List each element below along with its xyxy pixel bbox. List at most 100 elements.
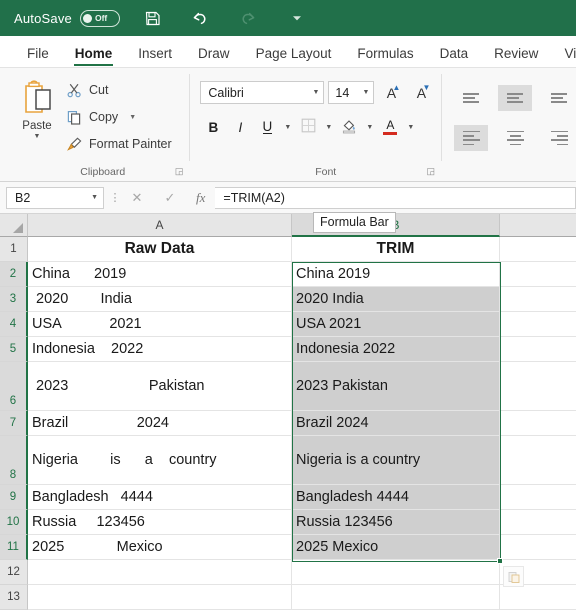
column-header-c[interactable] [500, 214, 576, 237]
cell-a1[interactable]: Raw Data [28, 237, 292, 262]
name-box[interactable]: B2 ▼ [6, 187, 104, 209]
cell-a7[interactable]: Brazil 2024 [28, 411, 292, 436]
cell-c2[interactable] [500, 262, 576, 287]
cell-a8[interactable]: Nigeria is a country [28, 436, 292, 485]
row-header-11[interactable]: 11 [0, 535, 28, 560]
tab-page-layout[interactable]: Page Layout [243, 46, 345, 67]
font-dialog-launcher-icon[interactable]: ◲ [427, 166, 436, 177]
undo-icon[interactable] [190, 7, 212, 29]
row-header-2[interactable]: 2 [0, 262, 28, 287]
align-right-button[interactable] [542, 125, 576, 151]
cell-c8[interactable] [500, 436, 576, 485]
cell-b12[interactable] [292, 560, 500, 585]
cell-a4[interactable]: USA 2021 [28, 312, 292, 337]
cancel-entry-icon[interactable]: ✕ [130, 190, 144, 206]
copy-button[interactable]: Copy ▼ [66, 108, 172, 126]
row-header-10[interactable]: 10 [0, 510, 28, 535]
select-all-button[interactable] [0, 214, 28, 237]
column-header-a[interactable]: A [28, 214, 292, 237]
cell-b7[interactable]: Brazil 2024 [292, 411, 500, 436]
cell-b8[interactable]: Nigeria is a country [292, 436, 500, 485]
increase-font-size-button[interactable]: A▲ [378, 81, 404, 104]
cell-b9[interactable]: Bangladesh 4444 [292, 485, 500, 510]
autosave-toggle[interactable]: Off [80, 10, 120, 27]
fill-color-dropdown-icon[interactable]: ▼ [363, 115, 376, 139]
decrease-font-size-button[interactable]: A▼ [408, 81, 434, 104]
font-color-dropdown-icon[interactable]: ▼ [404, 115, 417, 139]
name-box-dropdown-icon[interactable]: ▼ [91, 194, 98, 201]
tab-draw[interactable]: Draw [185, 46, 243, 67]
format-painter-button[interactable]: Format Painter [66, 135, 172, 153]
underline-button[interactable]: U [254, 115, 280, 139]
borders-button[interactable] [295, 115, 321, 139]
tab-review[interactable]: Review [481, 46, 551, 67]
cell-c13[interactable] [500, 585, 576, 610]
font-name-dropdown-icon[interactable]: ▼ [312, 89, 319, 96]
font-size-dropdown-icon[interactable]: ▼ [362, 89, 369, 96]
cell-b10[interactable]: Russia 123456 [292, 510, 500, 535]
confirm-entry-icon[interactable]: ✓ [163, 190, 177, 206]
cell-a5[interactable]: Indonesia 2022 [28, 337, 292, 362]
cell-b5[interactable]: Indonesia 2022 [292, 337, 500, 362]
align-middle-button[interactable] [498, 85, 532, 111]
clipboard-dialog-launcher-icon[interactable]: ◲ [175, 166, 184, 177]
cell-c6[interactable] [500, 362, 576, 411]
row-header-3[interactable]: 3 [0, 287, 28, 312]
cell-c3[interactable] [500, 287, 576, 312]
cell-a9[interactable]: Bangladesh 4444 [28, 485, 292, 510]
fill-handle[interactable] [497, 558, 503, 564]
tab-data[interactable]: Data [427, 46, 482, 67]
font-size-input[interactable]: 14 ▼ [328, 81, 374, 104]
tab-file[interactable]: File [14, 46, 62, 67]
cell-b6[interactable]: 2023 Pakistan [292, 362, 500, 411]
insert-function-icon[interactable]: fx [196, 190, 205, 206]
tab-home[interactable]: Home [62, 46, 126, 67]
copy-dropdown-icon[interactable]: ▼ [129, 114, 136, 121]
align-bottom-button[interactable] [542, 85, 576, 111]
row-header-6[interactable]: 6 [0, 362, 28, 411]
row-header-5[interactable]: 5 [0, 337, 28, 362]
cell-b13[interactable] [292, 585, 500, 610]
align-top-button[interactable] [454, 85, 488, 111]
cut-button[interactable]: Cut [66, 81, 172, 99]
tab-insert[interactable]: Insert [125, 46, 185, 67]
formula-bar-handle[interactable]: ⋮ [104, 191, 126, 204]
cell-a11[interactable]: 2025 Mexico [28, 535, 292, 560]
align-center-button[interactable] [498, 125, 532, 151]
cell-a6[interactable]: 2023 Pakistan [28, 362, 292, 411]
row-header-13[interactable]: 13 [0, 585, 28, 610]
cell-c4[interactable] [500, 312, 576, 337]
borders-dropdown-icon[interactable]: ▼ [322, 115, 335, 139]
cell-a13[interactable] [28, 585, 292, 610]
cell-b4[interactable]: USA 2021 [292, 312, 500, 337]
cell-c9[interactable] [500, 485, 576, 510]
cell-c1[interactable] [500, 237, 576, 262]
align-left-button[interactable] [454, 125, 488, 151]
row-header-4[interactable]: 4 [0, 312, 28, 337]
cell-a10[interactable]: Russia 123456 [28, 510, 292, 535]
cell-c7[interactable] [500, 411, 576, 436]
tab-view[interactable]: Vie [551, 46, 576, 67]
font-name-input[interactable]: Calibri ▼ [200, 81, 324, 104]
cell-b1[interactable]: TRIM [292, 237, 500, 262]
bold-button[interactable]: B [200, 115, 226, 139]
font-color-button[interactable]: A [377, 115, 403, 139]
formula-input[interactable]: =TRIM(A2) [215, 187, 576, 209]
cell-b11[interactable]: 2025 Mexico [292, 535, 500, 560]
row-header-1[interactable]: 1 [0, 237, 28, 262]
underline-dropdown-icon[interactable]: ▼ [281, 115, 294, 139]
cell-a12[interactable] [28, 560, 292, 585]
cell-b2[interactable]: China 2019 [292, 262, 500, 287]
tab-formulas[interactable]: Formulas [344, 46, 426, 67]
row-header-9[interactable]: 9 [0, 485, 28, 510]
fill-color-button[interactable] [336, 115, 362, 139]
row-header-7[interactable]: 7 [0, 411, 28, 436]
cell-c5[interactable] [500, 337, 576, 362]
paste-button[interactable]: Paste ▼ [8, 73, 66, 181]
cell-c11[interactable] [500, 535, 576, 560]
cell-b3[interactable]: 2020 India [292, 287, 500, 312]
italic-button[interactable]: I [227, 115, 253, 139]
paste-options-button[interactable] [503, 566, 524, 587]
customize-quick-access-icon[interactable] [286, 7, 308, 29]
save-icon[interactable] [142, 7, 164, 29]
